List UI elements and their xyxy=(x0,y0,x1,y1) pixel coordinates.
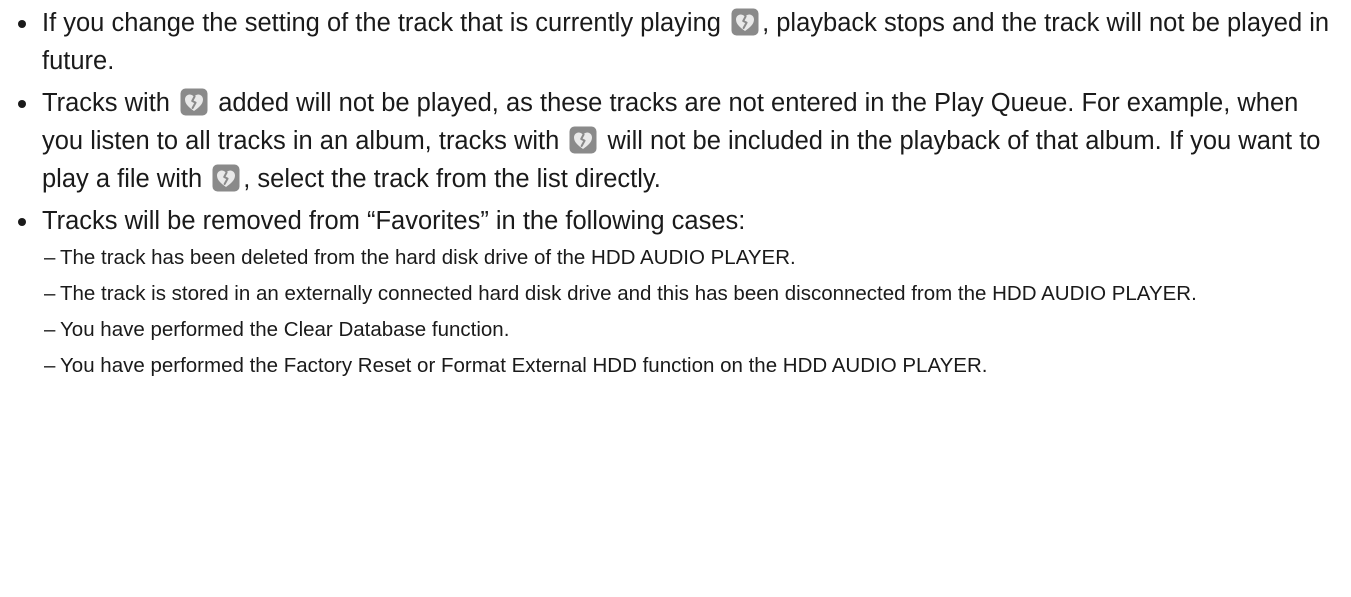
broken-heart-icon xyxy=(569,126,597,154)
note-text: Tracks with xyxy=(42,89,170,117)
broken-heart-icon xyxy=(212,164,240,192)
removal-cases-list: The track has been deleted from the hard… xyxy=(42,242,1331,381)
notes-list: If you change the setting of the track t… xyxy=(12,4,1331,381)
note-text: If you change the setting of the track t… xyxy=(42,9,721,37)
removal-case: You have performed the Clear Database fu… xyxy=(42,314,1331,345)
removal-case: The track has been deleted from the hard… xyxy=(42,242,1331,273)
note-favorites-removal: Tracks will be removed from “Favorites” … xyxy=(12,202,1331,381)
broken-heart-icon xyxy=(180,88,208,116)
broken-heart-icon xyxy=(731,8,759,36)
removal-case: The track is stored in an externally con… xyxy=(42,278,1331,309)
removal-case: You have performed the Factory Reset or … xyxy=(42,350,1331,381)
document-page: If you change the setting of the track t… xyxy=(0,0,1351,597)
note-text: , select the track from the list directl… xyxy=(243,165,661,193)
note-text: Tracks will be removed from “Favorites” … xyxy=(42,207,746,235)
note-play-queue: Tracks with added will not be played, as… xyxy=(12,84,1331,198)
note-playing-track: If you change the setting of the track t… xyxy=(12,4,1331,80)
